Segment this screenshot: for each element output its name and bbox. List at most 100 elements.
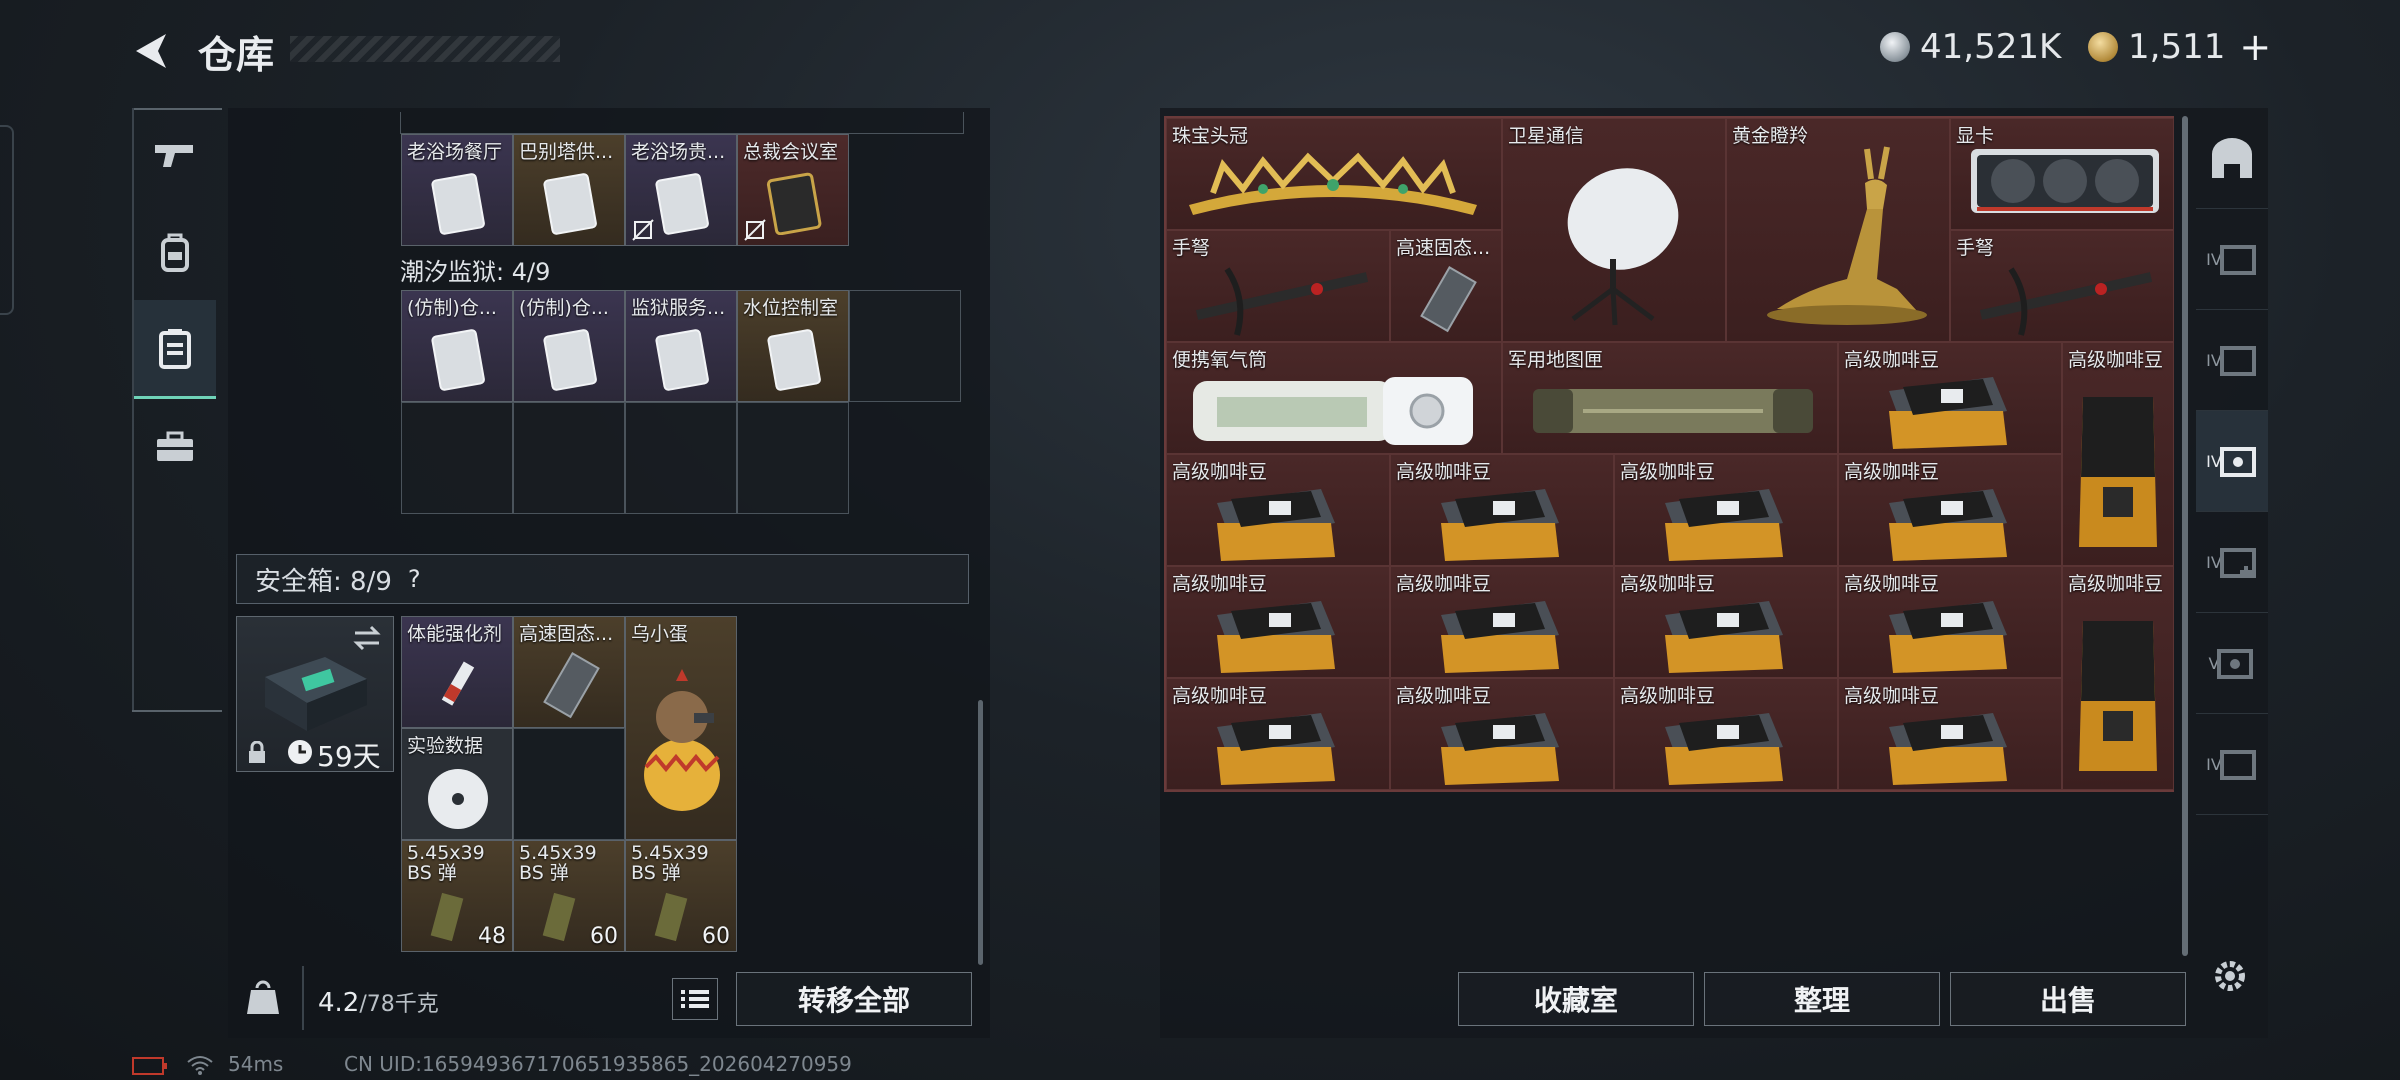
- jewel-crown-item[interactable]: 珠宝头冠: [1166, 118, 1502, 230]
- not-usable-icon: [632, 219, 654, 241]
- item-label: 高速固态...: [519, 623, 614, 645]
- keycard-item[interactable]: 总裁会议室: [737, 134, 849, 246]
- gazelle-statue-icon: [1767, 146, 1927, 325]
- coffee-beans-item[interactable]: 高级咖啡豆: [1614, 566, 1838, 678]
- sell-button[interactable]: 出售: [1950, 972, 2186, 1026]
- item-label: 5.45x39 BS 弹: [407, 843, 485, 883]
- keycard-item[interactable]: (仿制)仓...: [513, 290, 625, 402]
- coffee-beans-item[interactable]: 高级咖啡豆: [1166, 678, 1390, 790]
- item-label: 高级咖啡豆: [1172, 685, 1268, 707]
- coffee-beans-item[interactable]: 高级咖啡豆: [1838, 678, 2062, 790]
- nav-toolbox[interactable]: [134, 399, 216, 495]
- item-label: 水位控制室: [743, 297, 839, 319]
- keycard-item[interactable]: 监狱服务...: [625, 290, 737, 402]
- safe-box-header: 安全箱: 8/9 ?: [236, 554, 969, 604]
- stash-scrollbar[interactable]: [978, 700, 983, 965]
- ammo-item[interactable]: 5.45x39 BS 弹 60: [625, 840, 737, 952]
- coffee-beans-item[interactable]: 高级咖啡豆: [1166, 454, 1390, 566]
- weight-icon: [247, 980, 279, 1014]
- backpack-scrollbar[interactable]: [2182, 116, 2188, 956]
- item-label: (仿制)仓...: [519, 297, 609, 319]
- item-label: 老浴场贵...: [631, 141, 726, 163]
- silver-amount: 41,521K: [1920, 27, 2062, 67]
- coffee-beans-item[interactable]: 高级咖啡豆: [1390, 566, 1614, 678]
- ssd-icon: [1420, 266, 1477, 333]
- coffee-beans-item[interactable]: 高级咖啡豆: [2062, 342, 2174, 566]
- tab-container-6[interactable]: IV: [2196, 714, 2268, 815]
- tab-container-4[interactable]: IV: [2196, 512, 2268, 613]
- sort-button[interactable]: 整理: [1704, 972, 1940, 1026]
- coffee-beans-item[interactable]: 高级咖啡豆: [1838, 454, 2062, 566]
- ammo-item[interactable]: 5.45x39 BS 弹 48: [401, 840, 513, 952]
- coffee-bag-icon: [1217, 713, 1335, 785]
- keycard-item[interactable]: 老浴场餐厅: [401, 134, 513, 246]
- ammo-box-icon: [654, 892, 688, 942]
- arch-icon: [2212, 138, 2252, 178]
- keycard-item[interactable]: 巴别塔供...: [513, 134, 625, 246]
- coffee-beans-item[interactable]: 高级咖啡豆: [1838, 342, 2062, 454]
- coffee-beans-item[interactable]: 高级咖啡豆: [1614, 678, 1838, 790]
- battery-icon: [132, 1057, 167, 1075]
- keycard-icon: [655, 173, 709, 235]
- item-label: 高级咖啡豆: [1396, 685, 1492, 707]
- item-label: 珠宝头冠: [1172, 125, 1249, 147]
- crossbow-item[interactable]: 手弩: [1950, 230, 2174, 342]
- item-label: 乌小蛋: [631, 623, 689, 645]
- safe-box-case[interactable]: 59天: [236, 616, 394, 772]
- list-view-button[interactable]: [672, 978, 718, 1020]
- storage-slot[interactable]: [401, 402, 513, 514]
- satellite-comm-item[interactable]: 卫星通信: [1502, 118, 1726, 342]
- keycard-item[interactable]: 水位控制室: [737, 290, 849, 402]
- coffee-beans-item[interactable]: 高级咖啡豆: [1166, 566, 1390, 678]
- coffee-beans-item[interactable]: 高级咖啡豆: [2062, 566, 2174, 790]
- coffee-beans-item[interactable]: 高级咖啡豆: [1838, 566, 2062, 678]
- back-arrow-icon[interactable]: [130, 30, 172, 72]
- help-icon[interactable]: ?: [408, 565, 421, 593]
- storage-slot[interactable]: [513, 402, 625, 514]
- tab-container-2[interactable]: IV: [2196, 310, 2268, 411]
- item-label: 5.45x39 BS 弹: [631, 843, 709, 883]
- storage-slot[interactable]: [737, 402, 849, 514]
- tab-container-3[interactable]: IV: [2196, 411, 2268, 512]
- ssd-item[interactable]: 高速固态...: [513, 616, 625, 728]
- side-drawer-handle[interactable]: [0, 125, 14, 315]
- graphics-card-item[interactable]: 显卡: [1950, 118, 2174, 230]
- map-tube-item[interactable]: 军用地图匣: [1502, 342, 1838, 454]
- item-label: 5.45x39 BS 弹: [519, 843, 597, 883]
- ssd-item[interactable]: 高速固态...: [1390, 230, 1502, 342]
- nav-storage[interactable]: [134, 300, 216, 399]
- storage-slot[interactable]: [513, 728, 625, 840]
- crown-icon: [1189, 152, 1477, 215]
- coffee-bag-icon: [1889, 601, 2007, 673]
- storage-slot[interactable]: [625, 402, 737, 514]
- nav-equipment[interactable]: [134, 204, 216, 300]
- keycard-icon: [655, 329, 709, 391]
- keycard-item[interactable]: (仿制)仓...: [401, 290, 513, 402]
- collection-room-button[interactable]: 收藏室: [1458, 972, 1694, 1026]
- pistol-icon: [155, 145, 193, 167]
- collectible-egg-item[interactable]: 乌小蛋: [625, 616, 737, 840]
- storage-slot[interactable]: [849, 290, 961, 402]
- coffee-bag-icon: [1665, 601, 1783, 673]
- golden-gazelle-item[interactable]: 黄金瞪羚: [1726, 118, 1950, 342]
- tab-overview[interactable]: [2196, 108, 2268, 209]
- safe-icon: [2217, 649, 2254, 679]
- item-label: 高级咖啡豆: [1396, 461, 1492, 483]
- add-currency-button[interactable]: +: [2239, 25, 2271, 69]
- stimulant-item[interactable]: 体能强化剂: [401, 616, 513, 728]
- coffee-beans-item[interactable]: 高级咖啡豆: [1614, 454, 1838, 566]
- ammo-item[interactable]: 5.45x39 BS 弹 60: [513, 840, 625, 952]
- settings-gear-icon[interactable]: [2210, 956, 2250, 996]
- tab-container-5[interactable]: V: [2196, 613, 2268, 714]
- tab-container-1[interactable]: IV: [2196, 209, 2268, 310]
- crossbow-item[interactable]: 手弩: [1166, 230, 1390, 342]
- coffee-beans-item[interactable]: 高级咖啡豆: [1390, 454, 1614, 566]
- coffee-beans-item[interactable]: 高级咖啡豆: [1390, 678, 1614, 790]
- oxygen-tank-item[interactable]: 便携氧气筒: [1166, 342, 1502, 454]
- nav-weapons[interactable]: [134, 108, 216, 204]
- experiment-data-item[interactable]: 实验数据: [401, 728, 513, 840]
- transfer-all-button[interactable]: 转移全部: [736, 972, 972, 1026]
- gold-coin-icon: [2088, 32, 2118, 62]
- keycard-item[interactable]: 老浴场贵...: [625, 134, 737, 246]
- item-label: 高级咖啡豆: [1620, 573, 1716, 595]
